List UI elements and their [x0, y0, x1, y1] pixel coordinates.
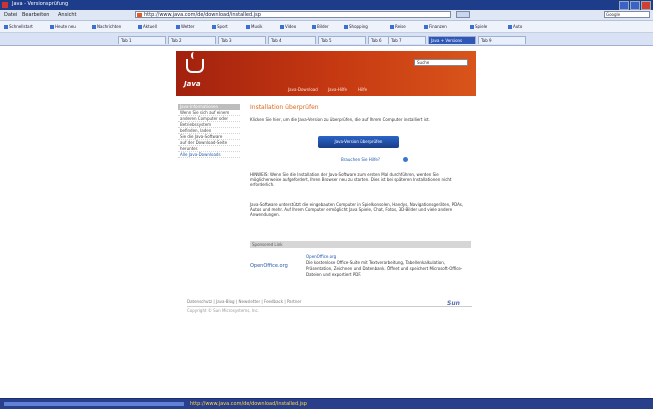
bookmark-item[interactable]: Shopping [344, 24, 368, 29]
tab-bar: Tab 1 Tab 2 Tab 3 Tab 4 Tab 5 Tab 6 Tab … [0, 33, 653, 46]
intro-text: Klicken Sie hier, um die Java-Version zu… [250, 117, 430, 122]
sidebar-link-all-downloads[interactable]: Alle Java-Downloads [178, 152, 240, 158]
menu-file[interactable]: Datei [4, 12, 17, 18]
menu-edit[interactable]: Bearbeiten [22, 12, 49, 18]
browser-search-input[interactable]: Google [604, 11, 650, 18]
hinweis-text: HINWEIS: Wenn Sie die Installation der J… [250, 172, 452, 187]
bookmark-item[interactable]: Bilder [312, 24, 329, 29]
menu-view[interactable]: Ansicht [58, 12, 76, 18]
browser-tab[interactable]: Tab 9 [478, 36, 526, 44]
verify-java-button[interactable]: Java-Version überprüfen [318, 136, 399, 148]
menu-bar: Datei Bearbeiten Ansicht http://www.java… [0, 10, 653, 21]
java-logo-icon [191, 52, 197, 59]
sun-logo[interactable]: Sun [447, 300, 460, 307]
footer-divider [187, 306, 472, 307]
browser-tab[interactable]: Tab 7 [388, 36, 426, 44]
site-search-input[interactable]: Suche [414, 59, 468, 66]
bookmark-item[interactable]: Aktuell [138, 24, 157, 29]
bookmark-item[interactable]: Schnellstart [4, 24, 33, 29]
bookmark-item[interactable]: Wetter [176, 24, 194, 29]
maximize-icon[interactable] [630, 1, 640, 10]
browser-tab[interactable]: Tab 4 [268, 36, 316, 44]
bookmark-item[interactable]: Finanzen [424, 24, 447, 29]
bookmarks-bar: Schnellstart Heute neu Nachrichten Aktue… [0, 21, 653, 33]
browser-tab[interactable]: Tab 5 [318, 36, 366, 44]
window-controls [619, 1, 651, 10]
section-heading: Sponsored Link [250, 241, 471, 248]
java-banner: Java Suche Java-Download Java-Hilfe Hilf… [176, 51, 476, 96]
bookmark-item[interactable]: Reise [390, 24, 406, 29]
bookmark-item[interactable]: Spiele [470, 24, 487, 29]
bookmark-item[interactable]: Heute neu [50, 24, 76, 29]
close-icon[interactable] [641, 1, 651, 10]
openoffice-link[interactable]: OpenOffice.org [306, 254, 336, 259]
java-info-text: Java-Software unterstützt die eingebaute… [250, 202, 464, 217]
nav-help[interactable]: Hilfe [358, 87, 367, 92]
footer-copyright: Copyright © Sun Microsystems, Inc. [187, 308, 260, 313]
page-title: Installation überprüfen [250, 104, 319, 111]
openoffice-description: Die kostenlose Office-Suite mit Textvera… [306, 260, 463, 277]
openoffice-logo[interactable]: OpenOffice.org [250, 263, 288, 269]
help-icon[interactable] [403, 157, 408, 162]
bookmark-item[interactable]: Video [280, 24, 296, 29]
help-link[interactable]: Brauchen Sie Hilfe? [341, 157, 380, 162]
nav-download[interactable]: Java-Download [288, 87, 318, 92]
browser-tab[interactable]: Tab 3 [218, 36, 266, 44]
sidebar: Java-Informationen Wenn Sie sich auf ein… [178, 104, 240, 174]
load-progress-bar [4, 402, 184, 406]
window-title: Java - Versionsprüfung [12, 1, 69, 7]
bookmark-item[interactable]: Auto [508, 24, 522, 29]
go-button[interactable] [456, 11, 470, 18]
java-logo-text[interactable]: Java [184, 80, 201, 88]
status-bar: http://www.java.com/de/download/installe… [0, 398, 653, 409]
status-text: http://www.java.com/de/download/installe… [190, 401, 307, 407]
browser-tab-active[interactable]: Java + Versions [428, 36, 476, 44]
bookmark-item[interactable]: Nachrichten [92, 24, 121, 29]
bookmark-item[interactable]: Sport [212, 24, 228, 29]
java-cup-icon [186, 59, 204, 73]
address-bar[interactable]: http://www.java.com/de/download/installe… [135, 11, 451, 18]
nav-java-help[interactable]: Java-Hilfe [328, 87, 347, 92]
bookmark-item[interactable]: Musik [246, 24, 263, 29]
browser-tab[interactable]: Tab 2 [168, 36, 216, 44]
minimize-icon[interactable] [619, 1, 629, 10]
address-url: http://www.java.com/de/download/installe… [144, 12, 261, 18]
browser-icon [2, 2, 8, 8]
browser-tab[interactable]: Tab 1 [118, 36, 166, 44]
page-favicon-icon [137, 13, 142, 17]
title-bar: Java - Versionsprüfung [0, 0, 653, 10]
footer-links[interactable]: Datenschutz | Java-Blog | Newsletter | F… [187, 299, 301, 304]
